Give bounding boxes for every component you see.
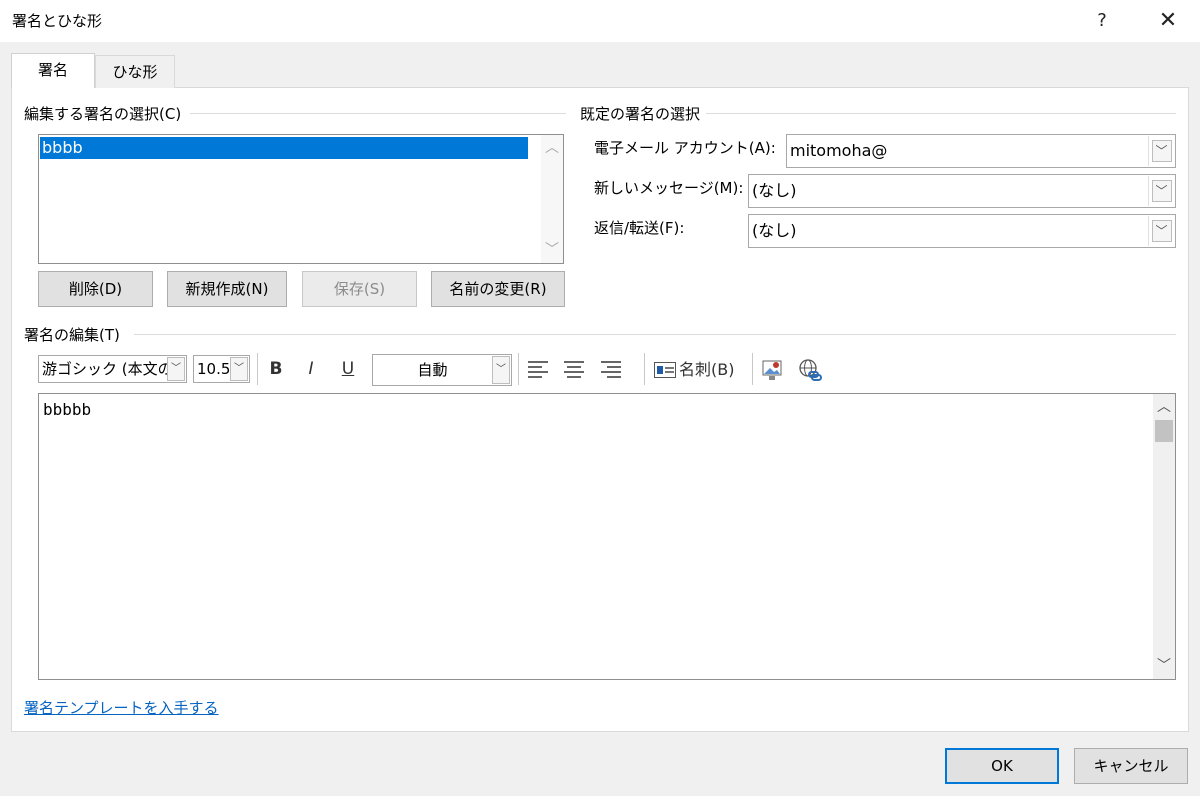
new-message-label: 新しいメッセージ(M):	[594, 179, 744, 197]
editor-scrollbar[interactable]: ︿ ﹀	[1153, 394, 1175, 679]
group-divider	[134, 334, 1176, 335]
toolbar-separator	[518, 353, 519, 385]
title-bar: 署名とひな形 ? ✕	[0, 0, 1200, 42]
get-templates-link[interactable]: 署名テンプレートを入手する	[24, 697, 219, 718]
delete-button[interactable]: 削除(D)	[38, 271, 153, 307]
edit-select-label: 編集する署名の選択(C)	[24, 103, 188, 124]
font-value: 游ゴシック (本文の	[42, 360, 173, 378]
chevron-down-icon[interactable]: ﹀	[1148, 136, 1174, 166]
scroll-thumb[interactable]	[1155, 420, 1173, 442]
list-item[interactable]: bbbb	[40, 137, 528, 159]
reply-label: 返信/転送(F):	[594, 219, 685, 237]
rename-button[interactable]: 名前の変更(R)	[431, 271, 565, 307]
window-title: 署名とひな形	[12, 12, 103, 30]
account-label: 電子メール アカウント(A):	[594, 139, 776, 157]
chevron-up-icon[interactable]: ︿	[1153, 397, 1175, 417]
cancel-button[interactable]: キャンセル	[1074, 748, 1188, 784]
toolbar-separator	[644, 353, 645, 385]
group-divider	[706, 113, 1176, 114]
close-button[interactable]: ✕	[1146, 6, 1190, 36]
account-value: mitomoha@	[790, 141, 888, 160]
font-select[interactable]: 游ゴシック (本文の ﹀	[38, 355, 187, 383]
signature-editor[interactable]: bbbbb ︿ ﹀	[38, 393, 1176, 680]
reply-select[interactable]: (なし) ﹀	[748, 214, 1176, 248]
chevron-down-icon[interactable]: ﹀	[1148, 176, 1174, 206]
bold-button[interactable]: B	[263, 354, 289, 384]
new-message-value: (なし)	[752, 181, 797, 200]
toolbar-separator	[257, 353, 258, 385]
new-message-select[interactable]: (なし) ﹀	[748, 174, 1176, 208]
defaults-label: 既定の署名の選択	[580, 103, 707, 124]
font-color-select[interactable]: 自動 ﹀	[372, 354, 512, 386]
chevron-down-icon[interactable]: ﹀	[167, 357, 185, 381]
chevron-down-icon[interactable]: ﹀	[1148, 216, 1174, 246]
group-divider	[190, 113, 566, 114]
align-right-icon[interactable]	[601, 361, 623, 379]
chevron-up-icon[interactable]: ︿	[541, 138, 563, 158]
font-size-select[interactable]: 10.5 ﹀	[193, 355, 250, 383]
hyperlink-icon[interactable]	[798, 358, 822, 382]
tab-signature[interactable]: 署名	[11, 53, 95, 88]
ok-button[interactable]: OK	[945, 748, 1059, 784]
signature-content[interactable]: bbbbb	[43, 400, 91, 419]
chevron-down-icon[interactable]: ﹀	[492, 356, 510, 384]
list-scrollbar[interactable]: ︿ ﹀	[541, 135, 563, 263]
tab-stationery[interactable]: ひな形	[95, 55, 175, 88]
new-button[interactable]: 新規作成(N)	[167, 271, 287, 307]
underline-button[interactable]: U	[335, 354, 361, 384]
account-select[interactable]: mitomoha@ ﹀	[786, 134, 1176, 168]
align-center-icon[interactable]	[564, 361, 586, 379]
font-size-value: 10.5	[197, 360, 231, 378]
chevron-down-icon[interactable]: ﹀	[230, 357, 248, 381]
font-color-value: 自動	[417, 361, 448, 379]
signature-list[interactable]: bbbb ︿ ﹀	[38, 134, 564, 264]
business-card-icon[interactable]	[654, 362, 676, 378]
italic-button[interactable]: I	[298, 354, 324, 384]
help-button[interactable]: ?	[1080, 6, 1124, 36]
business-card-button[interactable]: 名刺(B)	[679, 355, 734, 385]
toolbar-separator	[752, 353, 753, 385]
reply-value: (なし)	[752, 221, 797, 240]
chevron-down-icon[interactable]: ﹀	[1153, 656, 1175, 676]
chevron-down-icon[interactable]: ﹀	[541, 240, 563, 260]
align-left-icon[interactable]	[528, 361, 550, 379]
save-button[interactable]: 保存(S)	[302, 271, 417, 307]
insert-picture-icon[interactable]	[762, 358, 784, 382]
editor-label: 署名の編集(T)	[24, 324, 126, 345]
